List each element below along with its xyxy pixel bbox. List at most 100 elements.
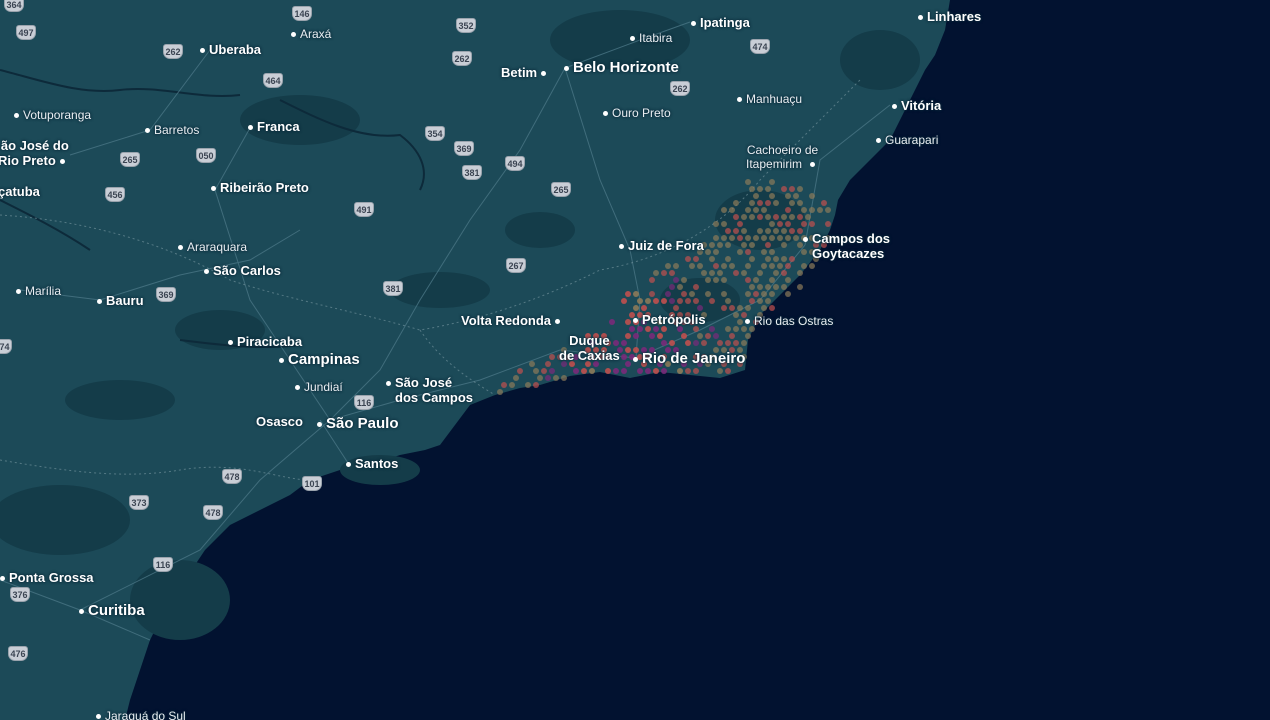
city-label-ouro-preto[interactable]: Ouro Preto <box>599 106 671 121</box>
highway-shield: 376 <box>10 587 30 602</box>
highway-shield: 456 <box>105 187 125 202</box>
density-hex-cell <box>797 200 803 206</box>
highway-shield: 364 <box>4 0 24 12</box>
city-label-santos[interactable]: Santos <box>342 456 398 472</box>
city-label-belo-horizonte[interactable]: Belo Horizonte <box>560 59 679 76</box>
map-view[interactable]: Linhares Ipatinga Itabira Araxá Uberaba … <box>0 0 1270 720</box>
density-hex-cell <box>789 200 795 206</box>
density-hex-cell <box>757 214 763 220</box>
city-label-juiz-de-fora[interactable]: Juiz de Fora <box>615 238 704 254</box>
city-label-jaragua-do-sul[interactable]: Jaraguá do Sul <box>92 709 186 720</box>
density-hex-cell <box>761 263 767 269</box>
density-hex-cell <box>549 354 555 360</box>
city-label-ponta-grossa[interactable]: Ponta Grossa <box>0 570 94 586</box>
city-label-araxa[interactable]: Araxá <box>287 27 331 42</box>
density-hex-cell <box>621 354 627 360</box>
density-hex-cell <box>757 186 763 192</box>
density-hex-cell <box>797 284 803 290</box>
density-hex-cell <box>609 319 615 325</box>
density-hex-cell <box>801 221 807 227</box>
density-hex-cell <box>749 256 755 262</box>
density-hex-cell <box>733 312 739 318</box>
highway-shield: 497 <box>16 25 36 40</box>
city-label-petropolis[interactable]: Petrópolis <box>629 312 706 328</box>
city-label-vitoria[interactable]: Vitória <box>888 98 941 114</box>
city-label-manhuacu[interactable]: Manhuaçu <box>733 92 802 107</box>
density-hex-cell <box>729 263 735 269</box>
city-label-barretos[interactable]: Barretos <box>141 123 199 138</box>
city-label-osasco[interactable]: Osasco <box>256 414 303 430</box>
city-label-linhares[interactable]: Linhares <box>914 9 981 25</box>
density-hex-cell <box>721 221 727 227</box>
highway-shield: 354 <box>425 126 445 141</box>
density-hex-cell <box>497 389 503 395</box>
density-hex-cell <box>705 291 711 297</box>
density-hex-cell <box>781 270 787 276</box>
city-label-campos-dos-goytacazes[interactable]: Campos dos Goytacazes <box>799 231 890 262</box>
density-hex-cell <box>681 333 687 339</box>
density-hex-cell <box>589 368 595 374</box>
city-label-rio-de-janeiro[interactable]: Rio de Janeiro <box>629 350 745 367</box>
density-hex-cell <box>669 270 675 276</box>
density-hex-cell <box>765 242 771 248</box>
density-hex-cell <box>737 221 743 227</box>
city-label-bauru[interactable]: Bauru <box>93 293 144 309</box>
density-hex-cell <box>765 200 771 206</box>
density-hex-cell <box>785 207 791 213</box>
city-label-sao-jose-do-rio-preto[interactable]: ão José do Rio Preto <box>0 138 69 169</box>
density-hex-cell <box>693 256 699 262</box>
city-label-uberaba[interactable]: Uberaba <box>196 42 261 58</box>
city-label-piracicaba[interactable]: Piracicaba <box>224 334 302 350</box>
highway-shield: 476 <box>8 646 28 661</box>
city-label-duque-de-caxias[interactable]: Duque de Caxias <box>559 333 620 364</box>
city-label-araraquara[interactable]: Araraquara <box>174 240 247 255</box>
density-hex-cell <box>733 340 739 346</box>
highway-shield: 478 <box>222 469 242 484</box>
density-hex-cell <box>621 298 627 304</box>
city-label-itabira[interactable]: Itabira <box>626 31 672 46</box>
density-hex-cell <box>773 228 779 234</box>
highway-shield: 373 <box>129 495 149 510</box>
city-label-campinas[interactable]: Campinas <box>275 351 360 368</box>
density-hex-cell <box>817 207 823 213</box>
city-label-rio-das-ostras[interactable]: Rio das Ostras <box>741 314 833 329</box>
city-label-ipatinga[interactable]: Ipatinga <box>687 15 750 31</box>
density-hex-cell <box>541 368 547 374</box>
density-hex-cell <box>725 368 731 374</box>
city-label-betim[interactable]: Betim <box>501 65 550 81</box>
city-label-guarapari[interactable]: Guarapari <box>872 133 938 148</box>
density-hex-cell <box>649 333 655 339</box>
city-label-curitiba[interactable]: Curitiba <box>75 602 145 619</box>
highway-shield: 262 <box>163 44 183 59</box>
density-hex-cell <box>789 214 795 220</box>
density-hex-cell <box>725 256 731 262</box>
density-hex-cell <box>765 256 771 262</box>
city-label-marilia[interactable]: Marília <box>12 284 61 299</box>
city-label-franca[interactable]: Franca <box>244 119 300 135</box>
city-label-votuporanga[interactable]: Votuporanga <box>10 108 91 123</box>
highway-shield: 116 <box>153 557 173 572</box>
density-hex-cell <box>713 263 719 269</box>
density-hex-cell <box>513 375 519 381</box>
density-hex-cell <box>645 298 651 304</box>
density-hex-cell <box>681 291 687 297</box>
city-label-sao-jose-dos-campos[interactable]: São José dos Campos <box>382 375 473 406</box>
city-label-aracatuba[interactable]: çatuba <box>0 184 40 200</box>
density-hex-cell <box>769 221 775 227</box>
density-hex-cell <box>701 270 707 276</box>
density-hex-cell <box>685 340 691 346</box>
density-hex-cell <box>809 193 815 199</box>
city-label-cachoeiro-de-itapemirim[interactable]: Cachoeiro de Itapemirim <box>746 143 819 172</box>
density-hex-cell <box>753 291 759 297</box>
density-hex-cell <box>741 242 747 248</box>
density-hex-cell <box>525 382 531 388</box>
city-label-jundiai[interactable]: Jundiaí <box>291 380 343 395</box>
density-hex-cell <box>789 228 795 234</box>
city-label-sao-carlos[interactable]: São Carlos <box>200 263 281 279</box>
density-hex-cell <box>749 214 755 220</box>
city-label-sao-paulo[interactable]: São Paulo <box>313 415 399 432</box>
density-hex-cell <box>753 235 759 241</box>
city-label-ribeirao-preto[interactable]: Ribeirão Preto <box>207 180 309 196</box>
city-label-volta-redonda[interactable]: Volta Redonda <box>461 313 564 329</box>
density-hex-cell <box>781 256 787 262</box>
